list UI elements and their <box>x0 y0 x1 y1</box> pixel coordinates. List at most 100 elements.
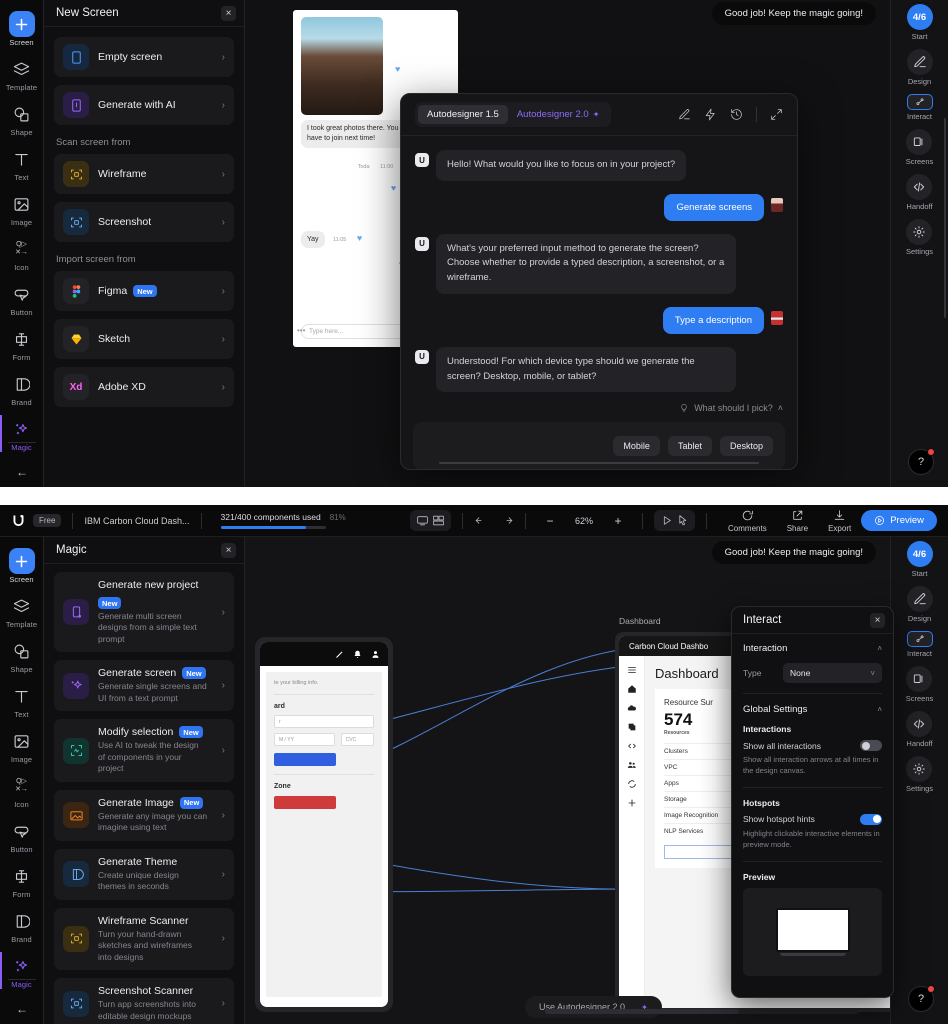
redo-icon[interactable] <box>501 514 514 527</box>
option-wireframe[interactable]: Wireframe › <box>54 154 234 194</box>
close-icon[interactable]: × <box>870 612 885 628</box>
help-button[interactable]: ? <box>908 448 935 475</box>
rail-item-screen[interactable]: Screen <box>0 543 44 588</box>
rail-back-button[interactable]: ← <box>0 992 44 1016</box>
close-icon[interactable]: × <box>221 5 236 21</box>
rail-item-template[interactable]: Template <box>0 588 44 633</box>
expand-icon[interactable] <box>770 108 783 121</box>
section-global-settings[interactable]: Global Settings ˄ <box>743 704 882 715</box>
tab-autodesigner-20[interactable]: Autodesigner 2.0 ✦ <box>508 105 609 124</box>
preview-thumbnail[interactable] <box>743 887 882 976</box>
rail-item-design[interactable]: Design <box>906 586 933 623</box>
bolt-icon[interactable] <box>704 108 717 121</box>
rail-item-brand[interactable]: Brand <box>0 903 44 948</box>
expiry-field[interactable]: M / YY <box>274 733 335 746</box>
top-canvas[interactable]: ♥ I took great photos there. You have to… <box>245 0 948 487</box>
show-hotspot-hints-toggle[interactable] <box>860 813 882 825</box>
magic-item-wireframe-scanner[interactable]: Wireframe Scanner Turn your hand-drawn s… <box>54 907 234 971</box>
chat-hint[interactable]: What should I pick? ˄ <box>401 403 797 413</box>
rail-item-image[interactable]: Image <box>0 186 44 231</box>
rail-item-form[interactable]: Form <box>0 858 44 903</box>
autodesigner-version-switch[interactable]: Autodesigner 1.5 Autodesigner 2.0 ✦ <box>415 102 612 127</box>
cvc-field[interactable]: CVC <box>340 733 374 746</box>
magic-item-generate-theme[interactable]: Generate Theme Create unique design them… <box>54 848 234 900</box>
magic-item-modify-selection[interactable]: Modify selection New Use AI to tweak the… <box>54 719 234 782</box>
show-all-interactions-toggle[interactable] <box>860 740 882 751</box>
zoom-in-button[interactable]: + <box>605 514 631 528</box>
edit-icon[interactable] <box>678 108 691 121</box>
zoom-out-button[interactable]: − <box>537 514 563 528</box>
quick-reply-tablet[interactable]: Tablet <box>667 436 712 457</box>
rail-item-icon[interactable]: Q▷ ✕→ Icon <box>0 768 44 813</box>
rail-item-start[interactable]: 4/6 Start <box>906 4 933 41</box>
delete-button[interactable] <box>274 796 336 809</box>
play-icon[interactable] <box>660 514 673 527</box>
option-sketch[interactable]: Sketch › <box>54 319 234 359</box>
rail-item-screens[interactable]: Screens <box>906 129 933 166</box>
use-autodesigner-pill[interactable]: Use Autodesigner 2.0 ✦ <box>525 996 662 1018</box>
save-billing-button[interactable] <box>274 753 336 766</box>
option-empty-screen[interactable]: Empty screen › <box>54 37 234 77</box>
comments-button[interactable]: Comments <box>728 509 767 533</box>
project-name[interactable]: IBM Carbon Cloud Dash... <box>84 516 189 526</box>
uizard-logo-icon[interactable] <box>11 513 26 528</box>
rail-item-screens[interactable]: Screens <box>906 666 933 703</box>
card-number-field[interactable]: r <box>274 715 374 728</box>
rail-item-icon[interactable]: Q▷ ✕→ Icon <box>0 231 44 276</box>
rail-item-magic[interactable]: Magic <box>0 948 44 993</box>
option-figma[interactable]: Figma New › <box>54 271 234 311</box>
option-adobe-xd[interactable]: Xd Adobe XD › <box>54 367 234 407</box>
share-button[interactable]: Share <box>787 509 808 533</box>
rail-item-magic[interactable]: Magic <box>0 411 44 456</box>
preview-button[interactable]: Preview <box>861 510 937 531</box>
rail-item-screen[interactable]: Screen <box>0 6 44 51</box>
rail-back-button[interactable]: ← <box>0 455 44 479</box>
phone-more-icon[interactable]: ••• <box>297 326 305 335</box>
interaction-type-select[interactable]: None ˅ <box>783 663 882 683</box>
pointer-icon[interactable] <box>676 514 689 527</box>
rail-item-start[interactable]: 4/6 Start <box>906 541 933 578</box>
undo-icon[interactable] <box>474 514 487 527</box>
magic-item-generate-screen[interactable]: Generate screen New Generate single scre… <box>54 660 234 712</box>
option-screenshot[interactable]: Screenshot › <box>54 202 234 242</box>
rail-item-template[interactable]: Template <box>0 51 44 96</box>
rail-item-button[interactable]: Button <box>0 813 44 858</box>
mobile-screen-mockup[interactable]: te your billing info. ard r M / YY CVC Z… <box>255 637 393 1012</box>
rail-item-interact[interactable]: Interact <box>906 94 933 121</box>
help-button[interactable]: ? <box>908 985 935 1012</box>
resize-grip[interactable] <box>439 462 759 464</box>
magic-item-generate-new-project[interactable]: Generate new project New Generate multi … <box>54 572 234 653</box>
magic-item-screenshot-scanner[interactable]: Screenshot Scanner Turn app screenshots … <box>54 978 234 1024</box>
history-icon[interactable] <box>730 108 743 121</box>
vertical-scrollbar[interactable] <box>944 118 946 318</box>
option-generate-with-ai[interactable]: Generate with AI › <box>54 85 234 125</box>
close-icon[interactable]: × <box>221 542 236 558</box>
view-mode-group[interactable] <box>410 510 452 531</box>
rail-item-text[interactable]: Text <box>0 141 44 186</box>
play-pointer-group[interactable] <box>654 510 696 531</box>
rail-item-form[interactable]: Form <box>0 321 44 366</box>
desktop-sidenav[interactable] <box>619 656 645 1008</box>
rail-item-shape[interactable]: Shape <box>0 633 44 678</box>
chevron-up-icon[interactable]: ˄ <box>778 403 783 413</box>
tab-autodesigner-15[interactable]: Autodesigner 1.5 <box>418 105 508 124</box>
rail-item-handoff[interactable]: Handoff <box>906 711 933 748</box>
rail-item-interact[interactable]: Interact <box>906 631 933 658</box>
rail-item-image[interactable]: Image <box>0 723 44 768</box>
rail-item-settings[interactable]: Settings <box>906 756 933 793</box>
section-interaction[interactable]: Interaction ˄ <box>743 643 882 654</box>
rail-item-shape[interactable]: Shape <box>0 96 44 141</box>
rail-item-button[interactable]: Button <box>0 276 44 321</box>
magic-item-generate-image[interactable]: Generate Image New Generate any image yo… <box>54 789 234 841</box>
export-button[interactable]: Export <box>828 509 851 533</box>
desktop-view-icon[interactable] <box>416 514 429 527</box>
grid-view-icon[interactable] <box>432 514 445 527</box>
rail-item-brand[interactable]: Brand <box>0 366 44 411</box>
quick-reply-mobile[interactable]: Mobile <box>613 436 660 457</box>
rail-item-text[interactable]: Text <box>0 678 44 723</box>
horizontal-scrollbar[interactable] <box>545 1009 858 1014</box>
rail-item-settings[interactable]: Settings <box>906 219 933 256</box>
quick-reply-desktop[interactable]: Desktop <box>719 436 773 457</box>
rail-item-handoff[interactable]: Handoff <box>906 174 933 211</box>
rail-item-design[interactable]: Design <box>906 49 933 86</box>
